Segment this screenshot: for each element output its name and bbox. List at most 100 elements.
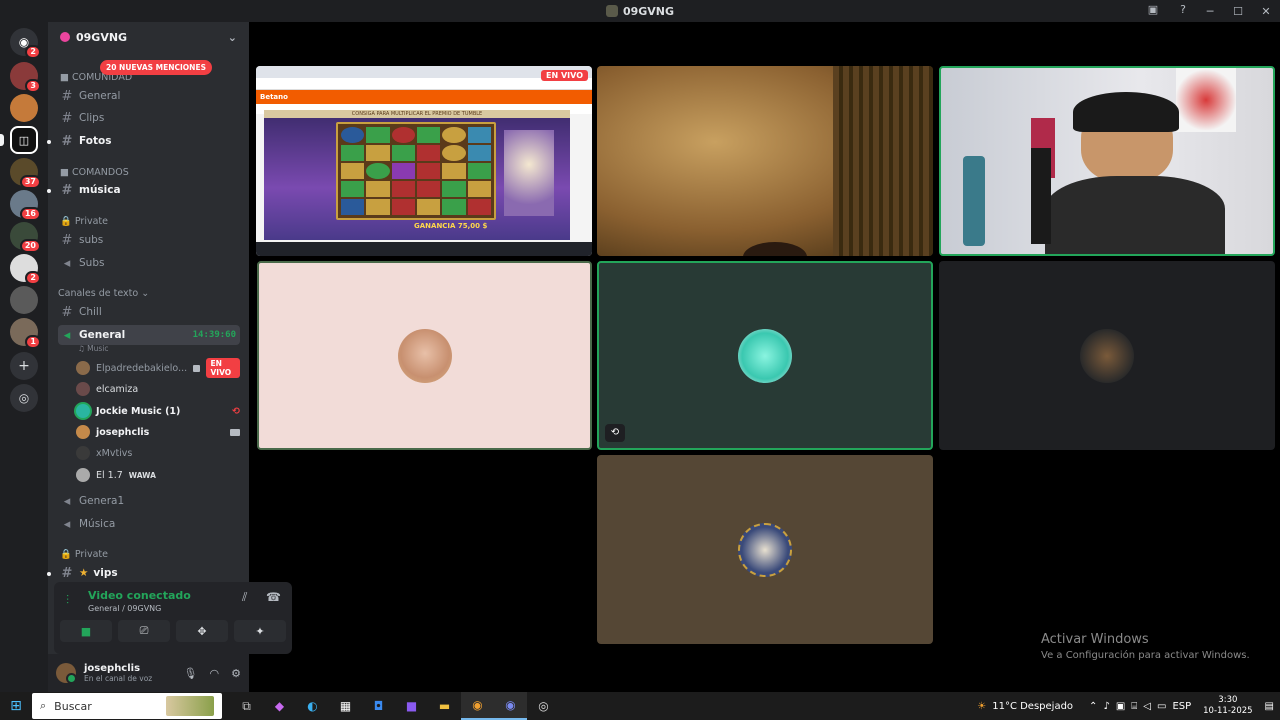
- channel-general-voice[interactable]: ◂ General 14:39:60: [58, 325, 240, 345]
- stream-taskbar: [256, 242, 592, 256]
- language-indicator[interactable]: ESP: [1172, 701, 1191, 712]
- category-canales[interactable]: Canales de texto ⌄: [58, 288, 149, 299]
- microphone-tray-icon[interactable]: ♪: [1103, 701, 1109, 712]
- avatar[interactable]: [56, 663, 77, 684]
- voice-user[interactable]: Elpadredebakielo... EN VIVO: [76, 358, 240, 378]
- user-name[interactable]: josephclis: [84, 663, 152, 674]
- outlook-icon[interactable]: ◘: [362, 692, 395, 720]
- noise-suppression-icon[interactable]: ⫽: [242, 590, 247, 605]
- soundboard-button[interactable]: ✦: [234, 620, 286, 642]
- voice-user[interactable]: El 1.7 WAWA: [76, 465, 240, 485]
- help-icon[interactable]: ?: [1176, 3, 1190, 17]
- server-7[interactable]: [10, 286, 38, 314]
- voice-location[interactable]: General / 09GVNG: [88, 604, 161, 613]
- maximize-button[interactable]: ☐: [1224, 5, 1252, 18]
- weather-text[interactable]: 11°C Despejado: [992, 701, 1073, 712]
- activities-button[interactable]: ✥: [176, 620, 228, 642]
- server-4[interactable]: 16: [10, 190, 41, 221]
- channel-fotos[interactable]: # Fotos: [58, 131, 240, 151]
- promo-banner: CONSIGA PARA MULTIPLICAR EL PREMIO DE TU…: [264, 110, 570, 118]
- voice-user[interactable]: Jockie Music (1) ⟲: [76, 401, 240, 421]
- channel-subs-voice[interactable]: ◂ Subs: [58, 253, 240, 273]
- mentions-badge[interactable]: 20 NUEVAS MENCIONES: [100, 60, 212, 75]
- camera-tile-room[interactable]: [597, 66, 933, 256]
- channel-musica2[interactable]: ◂ Música: [58, 514, 240, 534]
- category-private-2[interactable]: 🔒 Private: [60, 549, 108, 560]
- participant-tile[interactable]: [257, 261, 592, 450]
- voice-user[interactable]: josephclis: [76, 422, 240, 442]
- microphone-icon[interactable]: 🎙: [184, 667, 198, 680]
- add-server-button[interactable]: +: [10, 352, 38, 380]
- disconnect-icon[interactable]: ☎: [266, 590, 281, 604]
- headphones-icon[interactable]: ◠: [210, 667, 220, 680]
- chevron-down-icon: ⌄: [227, 30, 237, 44]
- server-twitch[interactable]: ◫: [10, 126, 38, 154]
- volume-icon[interactable]: ◁: [1143, 701, 1151, 712]
- channel-clips[interactable]: # Clips: [58, 108, 240, 128]
- channel-label: música: [79, 184, 121, 196]
- camera-button[interactable]: ■: [60, 620, 112, 642]
- store-icon[interactable]: ▦: [329, 692, 362, 720]
- network-icon[interactable]: ⌸: [1131, 701, 1137, 712]
- file-explorer-icon[interactable]: ▬: [428, 692, 461, 720]
- clock-date: 10-11-2025: [1203, 706, 1253, 716]
- category-private[interactable]: 🔒 Private: [60, 216, 108, 227]
- server-8[interactable]: 1: [10, 318, 41, 349]
- voice-user[interactable]: xMvtivs: [76, 443, 240, 463]
- server-1[interactable]: 3: [10, 62, 41, 93]
- category-comandos[interactable]: ■ COMANDOS: [60, 167, 129, 178]
- server-2[interactable]: [10, 94, 38, 122]
- guild-header[interactable]: 09GVNG ⌄: [48, 22, 249, 52]
- edge-icon[interactable]: ◐: [296, 692, 329, 720]
- start-button[interactable]: ⊞: [0, 692, 32, 720]
- system-tray: ☀ 11°C Despejado ⌃ ♪ ▣ ⌸ ◁ ▭ ESP 3:30 10-…: [977, 692, 1280, 720]
- participant-tile[interactable]: [597, 455, 933, 644]
- participant-tile-bot[interactable]: ⟲: [597, 261, 933, 450]
- voice-user[interactable]: elcamiza: [76, 379, 240, 399]
- discord-icon[interactable]: ◉: [494, 692, 527, 720]
- explore-button[interactable]: ◎: [10, 384, 38, 412]
- activation-watermark: Activar Windows Ve a Configuración para …: [1041, 632, 1250, 661]
- app-icon[interactable]: ■: [395, 692, 428, 720]
- inbox-icon[interactable]: ▣: [1146, 3, 1160, 17]
- channel-genera1[interactable]: ◂ Genera1: [58, 491, 240, 511]
- channel-chill[interactable]: # Chill: [58, 302, 240, 322]
- server-3[interactable]: 37: [10, 158, 41, 189]
- screen-share-button[interactable]: ⎚: [118, 620, 170, 642]
- avatar: [76, 361, 90, 375]
- search-box[interactable]: ⌕ Buscar: [32, 693, 222, 719]
- task-view-icon[interactable]: ⧉: [230, 692, 263, 720]
- voice-status[interactable]: Video conectado: [88, 589, 191, 602]
- chrome-icon[interactable]: ◉: [461, 692, 494, 720]
- channel-label: Genera1: [79, 495, 125, 507]
- channel-general[interactable]: # General: [58, 86, 240, 106]
- app-icon-2[interactable]: ◎: [527, 692, 560, 720]
- participant-tile[interactable]: [939, 261, 1275, 450]
- speaker-icon: ◂: [63, 327, 71, 343]
- gear-icon[interactable]: ⚙: [231, 667, 241, 680]
- minimize-button[interactable]: ─: [1196, 5, 1224, 18]
- tray-icon[interactable]: ▣: [1116, 701, 1125, 712]
- copilot-icon[interactable]: ◆: [263, 692, 296, 720]
- channel-musica[interactable]: # música: [58, 180, 240, 200]
- camera-tile-streamer[interactable]: [939, 66, 1275, 256]
- server-5[interactable]: 20: [10, 222, 41, 253]
- user-name: xMvtivs: [96, 447, 133, 459]
- channel-subs[interactable]: # subs: [58, 230, 240, 250]
- close-button[interactable]: ✕: [1252, 5, 1280, 18]
- microphone-arm: [1031, 148, 1051, 244]
- clock[interactable]: 3:30 10-11-2025: [1203, 695, 1252, 717]
- slot-reels: [336, 122, 496, 220]
- cap: [1073, 92, 1179, 132]
- avatar: [76, 404, 90, 418]
- unread-dot: [47, 572, 51, 576]
- battery-icon[interactable]: ▭: [1157, 701, 1166, 712]
- curtain: [833, 66, 933, 256]
- compass-icon: ◎: [18, 391, 30, 405]
- chevron-up-icon[interactable]: ⌃: [1089, 701, 1097, 712]
- notification-icon[interactable]: ▤: [1265, 701, 1274, 712]
- home-button[interactable]: ◉ 2: [10, 28, 41, 59]
- server-6[interactable]: 2: [10, 254, 41, 285]
- channel-vips[interactable]: # ★ vips: [58, 563, 240, 583]
- stream-tile[interactable]: Betano CONSIGA PARA MULTIPLICAR EL PREMI…: [256, 66, 592, 256]
